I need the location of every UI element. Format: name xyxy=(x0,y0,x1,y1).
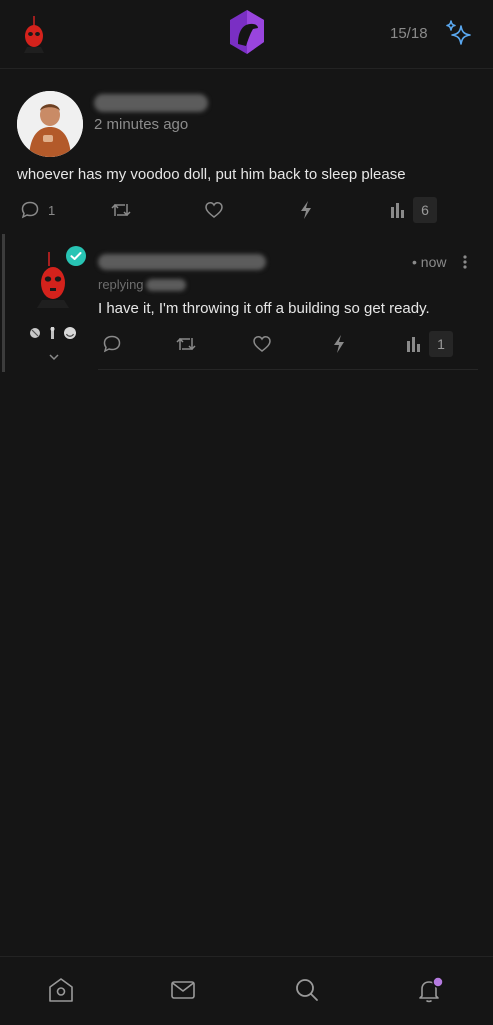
reply-repost-button[interactable] xyxy=(174,330,198,358)
messages-icon[interactable] xyxy=(168,975,198,1005)
reply-actions: 1 xyxy=(0,330,493,358)
heart-icon xyxy=(205,201,223,218)
reply-timestamp: • now xyxy=(412,254,447,270)
author-avatar[interactable] xyxy=(17,91,83,157)
search-icon[interactable] xyxy=(292,975,322,1005)
sparkle-icon[interactable] xyxy=(444,18,474,48)
profile-avatar[interactable] xyxy=(18,14,50,56)
redacted-reply-username xyxy=(98,254,266,270)
repost-icon xyxy=(176,337,196,351)
divider xyxy=(98,369,478,370)
bottom-navigation xyxy=(0,956,493,1025)
top-bar: 15/18 xyxy=(0,0,493,69)
post-timestamp: 2 minutes ago xyxy=(94,116,189,133)
reply-like-button[interactable] xyxy=(252,330,272,358)
bar-chart-icon xyxy=(407,337,420,352)
reply-reply-button[interactable] xyxy=(102,330,122,358)
app-logo-icon[interactable] xyxy=(228,8,266,58)
comment-icon xyxy=(21,201,39,219)
reply-count: 1 xyxy=(48,202,56,218)
bar-chart-icon xyxy=(391,203,404,218)
post-text: whoever has my voodoo doll, put him back… xyxy=(17,166,406,183)
notification-badge xyxy=(432,976,444,988)
lightning-icon xyxy=(334,335,344,353)
redacted-username xyxy=(94,94,208,112)
notifications-icon[interactable] xyxy=(414,975,444,1005)
draft-counter: 15/18 xyxy=(390,25,428,42)
comment-icon xyxy=(103,335,121,353)
reply-button[interactable]: 1 xyxy=(20,196,55,224)
zap-button[interactable] xyxy=(298,196,314,224)
reply-text: I have it, I'm throwing it off a buildin… xyxy=(98,300,430,317)
lightning-icon xyxy=(301,201,311,219)
views-count: 6 xyxy=(413,197,437,223)
home-icon[interactable] xyxy=(46,975,76,1005)
verified-badge-icon xyxy=(66,246,86,266)
repost-button[interactable] xyxy=(109,196,133,224)
heart-icon xyxy=(253,335,271,352)
post-actions: 1 6 xyxy=(0,196,493,224)
like-button[interactable] xyxy=(204,196,224,224)
more-options-icon[interactable] xyxy=(460,254,470,270)
repost-icon xyxy=(111,203,131,217)
redacted-replying-handle xyxy=(146,279,186,291)
replying-to-label: replying xyxy=(98,277,144,292)
views-button[interactable]: 6 xyxy=(389,196,437,224)
reply-zap-button[interactable] xyxy=(331,330,347,358)
reply-views-count: 1 xyxy=(429,331,453,357)
reply-views-button[interactable]: 1 xyxy=(405,330,453,358)
